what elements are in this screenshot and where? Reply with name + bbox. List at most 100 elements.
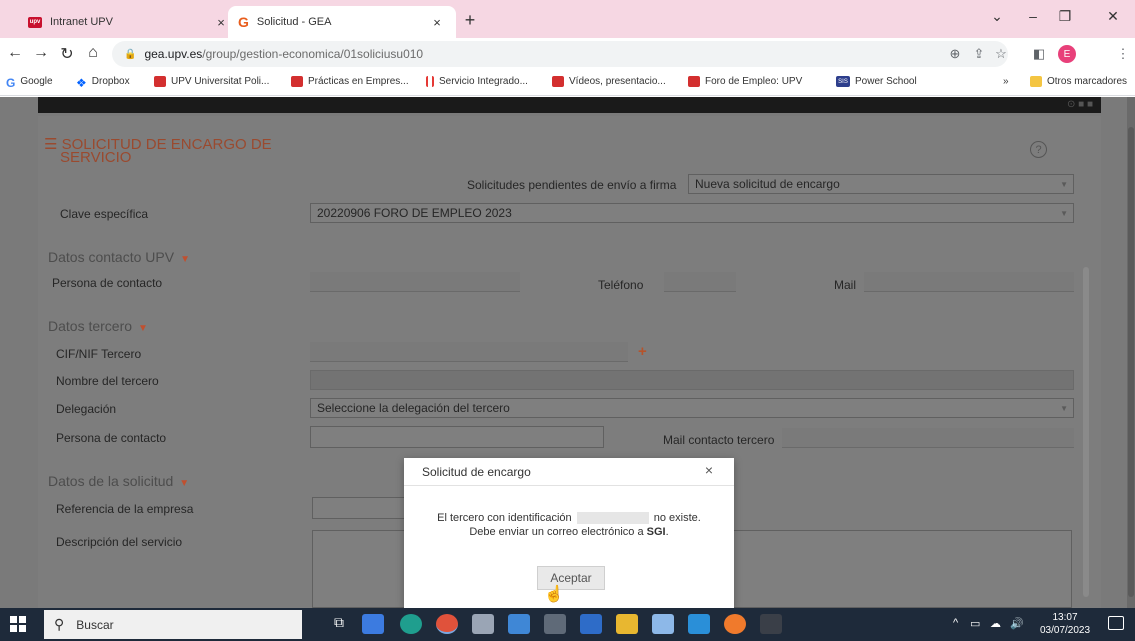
tab-strip: upv Intranet UPV × G Solicitud - GEA × +… xyxy=(0,0,1135,38)
bookmark-power-school[interactable]: SIS Power School xyxy=(836,76,917,87)
mail-tercero-label: Mail contacto tercero xyxy=(663,433,775,447)
collapse-arrow-icon: ▼ xyxy=(138,323,148,334)
app-icon[interactable] xyxy=(508,614,530,634)
delegacion-label: Delegación xyxy=(56,402,117,416)
bookmark-servicio-integrado[interactable]: Servicio Integrado... xyxy=(426,76,528,87)
gea-favicon-icon: G xyxy=(238,14,249,30)
delegacion-select[interactable]: Seleccione la delegación del tercero ▼ xyxy=(310,398,1074,418)
edge-icon[interactable] xyxy=(400,614,422,634)
chrome-icon[interactable] xyxy=(436,614,458,634)
app-icon[interactable] xyxy=(652,614,674,634)
dialog-message: El tercero con identificación no existe.… xyxy=(437,512,701,538)
persona-tercero-input[interactable] xyxy=(310,426,604,448)
share-icon[interactable]: ⇪ xyxy=(970,46,988,62)
zoom-icon[interactable]: ⊕ xyxy=(946,46,964,62)
nombre-tercero-input xyxy=(310,370,1074,390)
form-scrollbar[interactable] xyxy=(1083,267,1089,597)
tab-title: Solicitud - GEA xyxy=(256,16,332,28)
hand-cursor-icon: ☝ xyxy=(544,586,564,603)
new-tab-button[interactable]: + xyxy=(458,10,482,31)
address-bar[interactable]: 🔒 gea.upv.es/group/gestion-economica/01s… xyxy=(112,41,1008,67)
restore-window-icon[interactable]: ❐ xyxy=(1050,8,1080,25)
telefono-label: Teléfono xyxy=(598,278,644,292)
app-icon[interactable] xyxy=(472,614,494,634)
firefox-icon[interactable] xyxy=(724,614,746,634)
store-icon[interactable] xyxy=(362,614,384,634)
upv-icon xyxy=(154,76,166,87)
taskbar-search-box[interactable]: ⚲ Buscar xyxy=(44,610,302,639)
windows-start-icon[interactable] xyxy=(10,616,26,632)
clave-select[interactable]: 20220906 FORO DE EMPLEO 2023 ▼ xyxy=(310,203,1074,223)
pending-select[interactable]: Nueva solicitud de encargo ▼ xyxy=(688,174,1074,194)
tab-solicitud-gea[interactable]: G Solicitud - GEA × xyxy=(228,6,456,38)
sis-icon: SIS xyxy=(836,76,850,87)
dropbox-icon: ❖ xyxy=(76,76,87,90)
bookmark-practicas[interactable]: Prácticas en Empres... xyxy=(291,76,409,87)
upv-favicon-icon: upv xyxy=(28,16,42,28)
network-icon[interactable]: ▭ xyxy=(970,617,980,630)
outlook-icon[interactable] xyxy=(688,614,710,634)
side-panel-icon[interactable]: ◧ xyxy=(1030,46,1048,62)
tab-search-chevron-icon[interactable]: ⌄ xyxy=(982,8,1012,25)
calculator-icon[interactable] xyxy=(544,614,566,634)
bars-icon xyxy=(426,76,434,87)
taskbar-clock[interactable]: 13:07 03/07/2023 xyxy=(1040,611,1090,637)
close-icon[interactable]: × xyxy=(701,462,717,478)
telefono-input[interactable] xyxy=(664,272,736,292)
bookmark-foro-empleo[interactable]: Foro de Empleo: UPV xyxy=(688,76,802,87)
forward-arrow-icon[interactable]: → xyxy=(30,44,52,62)
persona-tercero-label: Persona de contacto xyxy=(56,431,167,445)
mail-label: Mail xyxy=(834,278,857,292)
app-icon[interactable] xyxy=(580,614,602,634)
windows-taskbar: ⚲ Buscar ⧉ ^ ▭ ☁ 🔊 13:07 03/07/2023 xyxy=(0,608,1135,641)
section-datos-solicitud[interactable]: Datos de la solicitud ▼ xyxy=(48,473,189,489)
volume-icon[interactable]: 🔊 xyxy=(1010,617,1024,630)
notifications-icon[interactable] xyxy=(1108,616,1124,630)
help-icon[interactable]: ? xyxy=(1030,141,1047,158)
bookmark-star-icon[interactable]: ☆ xyxy=(992,46,1010,62)
menu-kebab-icon[interactable]: ⋮ xyxy=(1114,46,1132,62)
close-window-icon[interactable]: ✕ xyxy=(1098,8,1128,25)
header-icons: ⊙ ■ ■ xyxy=(1066,99,1093,110)
section-datos-tercero[interactable]: Datos tercero ▼ xyxy=(48,318,148,334)
page-scrollbar-thumb[interactable] xyxy=(1128,127,1134,597)
nombre-tercero-label: Nombre del tercero xyxy=(56,374,159,388)
home-icon[interactable]: ⌂ xyxy=(82,44,104,62)
tray-chevron-icon[interactable]: ^ xyxy=(953,617,958,629)
search-icon: ⚲ xyxy=(54,616,65,632)
collapse-arrow-icon: ▼ xyxy=(179,478,190,489)
bookmark-google[interactable]: G Google xyxy=(6,76,53,90)
profile-avatar[interactable]: E xyxy=(1058,45,1076,63)
upv-icon xyxy=(688,76,700,87)
close-tab-icon[interactable]: × xyxy=(428,15,446,30)
bookmarks-bar: G Google ❖ Dropbox UPV Universitat Poli...… xyxy=(0,70,1135,96)
section-datos-contacto-upv[interactable]: Datos contacto UPV ▼ xyxy=(48,249,190,265)
page-title: ☰ SOLICITUD DE ENCARGO DE SERVICIO xyxy=(44,136,272,166)
file-explorer-icon[interactable] xyxy=(616,614,638,634)
cloud-icon[interactable]: ☁ xyxy=(990,617,1001,630)
lock-icon: 🔒 xyxy=(124,48,137,60)
persona-contacto-input[interactable] xyxy=(310,272,520,292)
referencia-input[interactable] xyxy=(312,497,412,519)
dialog-title: Solicitud de encargo xyxy=(422,465,531,479)
tab-intranet-upv[interactable]: upv Intranet UPV × xyxy=(18,6,240,38)
add-tercero-plus-icon[interactable]: + xyxy=(638,343,647,360)
bookmark-videos[interactable]: Vídeos, presentacio... xyxy=(552,76,666,87)
back-arrow-icon[interactable]: ← xyxy=(4,44,26,62)
mail-input[interactable] xyxy=(864,272,1074,292)
mail-tercero-input[interactable] xyxy=(782,428,1074,448)
bookmark-dropbox[interactable]: ❖ Dropbox xyxy=(76,76,130,90)
cif-input[interactable] xyxy=(310,342,628,362)
minimize-window-icon[interactable]: – xyxy=(1018,8,1048,24)
acrobat-icon[interactable] xyxy=(760,614,782,634)
task-view-icon[interactable]: ⧉ xyxy=(328,614,350,634)
reload-icon[interactable]: ↻ xyxy=(56,44,78,64)
url-path: /group/gestion-economica/01soliciusu010 xyxy=(202,47,424,61)
other-bookmarks-folder[interactable]: Otros marcadores xyxy=(1030,76,1127,87)
bookmark-upv[interactable]: UPV Universitat Poli... xyxy=(154,76,269,87)
url-host: gea.upv.es xyxy=(144,47,203,61)
tab-title: Intranet UPV xyxy=(50,16,113,28)
cif-label: CIF/NIF Tercero xyxy=(56,347,142,361)
folder-icon xyxy=(1030,76,1042,87)
more-bookmarks-button[interactable]: » xyxy=(1003,76,1009,87)
